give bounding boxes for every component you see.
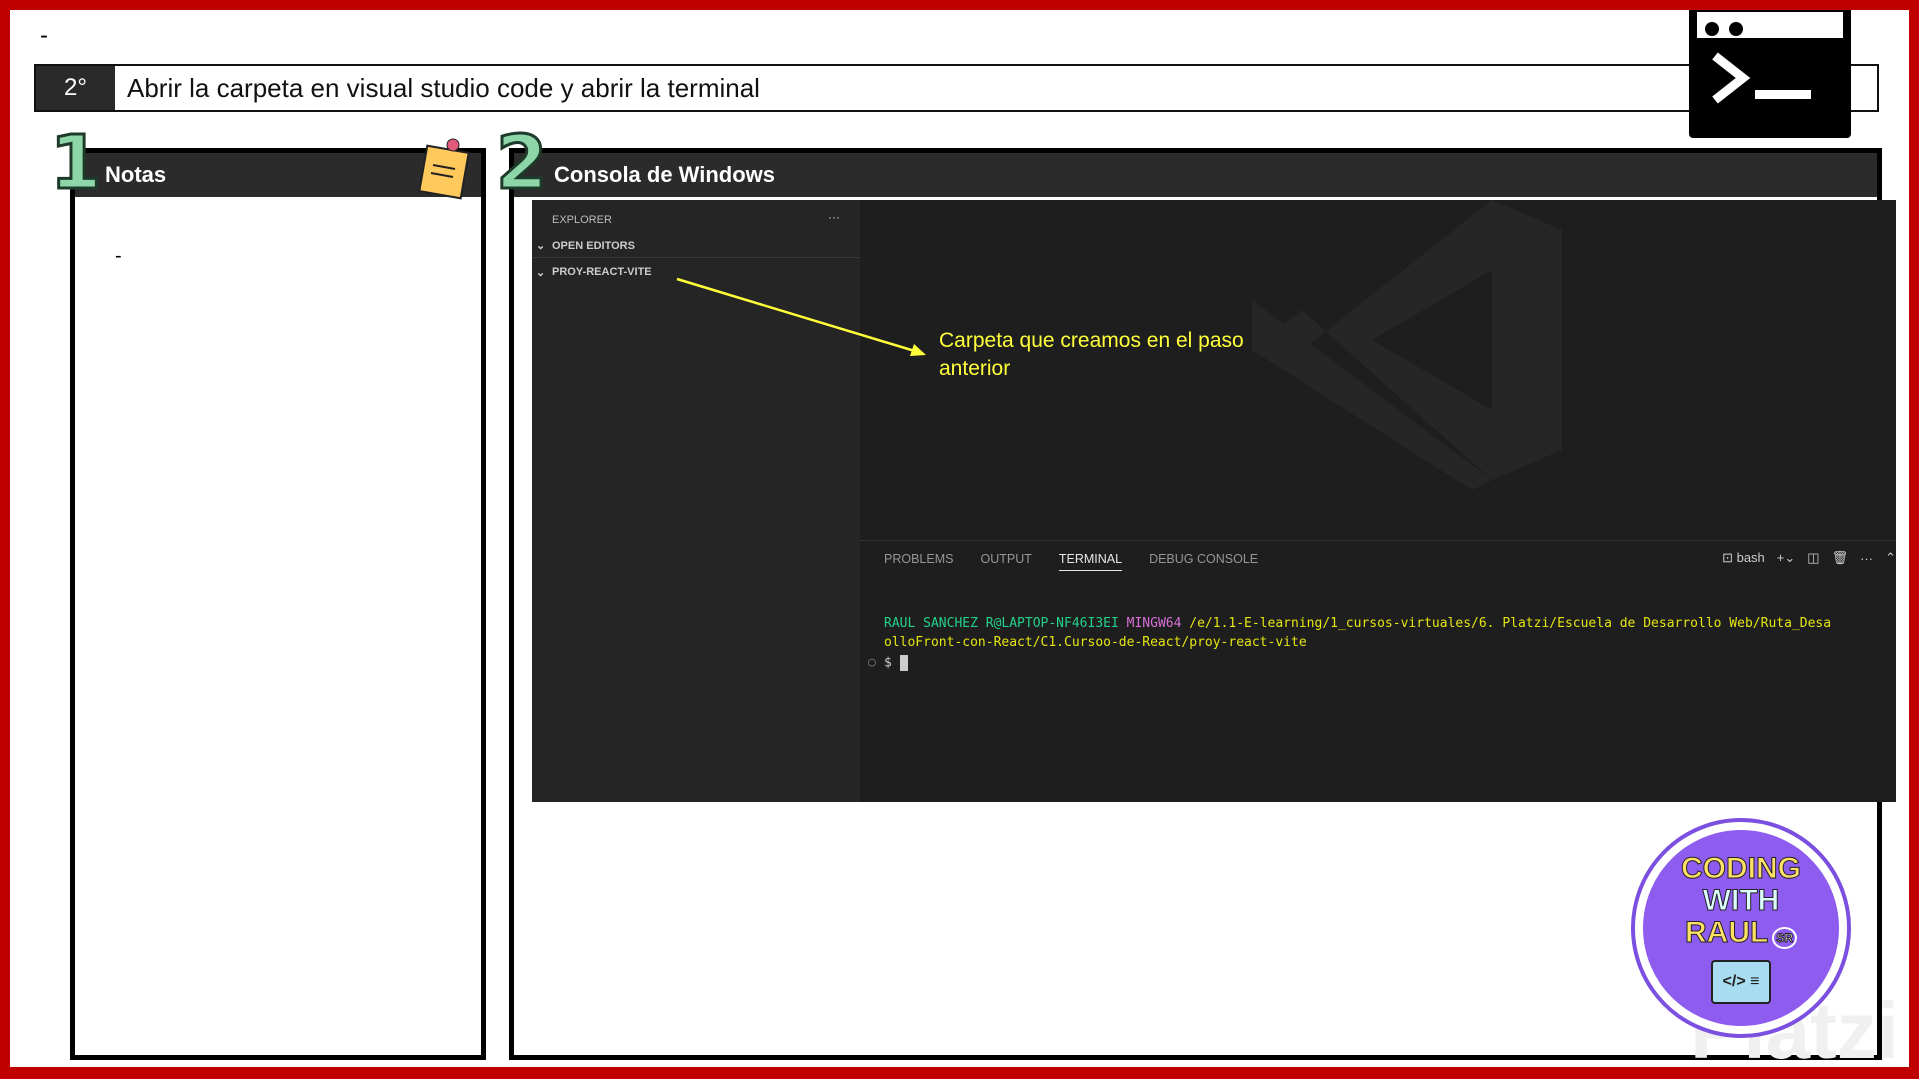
explorer-more-button[interactable]: ··· bbox=[828, 210, 840, 224]
tab-debug-console[interactable]: DEBUG CONSOLE bbox=[1149, 552, 1258, 571]
explorer-label: EXPLORER bbox=[552, 214, 612, 226]
section-number-2: 2 bbox=[495, 119, 549, 208]
terminal-line-1: RAUL SANCHEZ R@LAPTOP-NF46I3EI MINGW64 /… bbox=[884, 616, 1832, 631]
chevron-up-icon[interactable]: ⌃ bbox=[1885, 550, 1896, 566]
terminal-shell-button[interactable]: ⊡ bash bbox=[1722, 550, 1765, 566]
step-bar: 2° Abrir la carpeta en visual studio cod… bbox=[34, 64, 1879, 112]
panel-tabs: PROBLEMS OUTPUT TERMINAL DEBUG CONSOLE bbox=[884, 552, 1258, 571]
notes-panel: Notas - bbox=[70, 138, 486, 1060]
console-title: Consola de Windows bbox=[554, 162, 776, 187]
chevron-down-icon: ⌄ bbox=[536, 266, 546, 279]
notes-content: - bbox=[115, 245, 122, 267]
top-dash: - bbox=[40, 22, 48, 49]
terminal-icon: ⊡ bbox=[1722, 550, 1733, 565]
terminal-icon bbox=[1689, 4, 1851, 138]
step-number: 2° bbox=[36, 66, 115, 110]
add-terminal-icon[interactable]: +⌄ bbox=[1777, 550, 1795, 566]
tab-problems[interactable]: PROBLEMS bbox=[884, 552, 953, 571]
sticky-note-icon bbox=[418, 138, 470, 200]
tab-terminal[interactable]: TERMINAL bbox=[1058, 552, 1123, 571]
step-title: Abrir la carpeta en visual studio code y… bbox=[127, 72, 760, 103]
trash-icon[interactable]: 🗑 bbox=[1832, 550, 1849, 566]
annotation-arrow bbox=[676, 277, 926, 356]
open-editors-section[interactable]: ⌄ OPEN EDITORS bbox=[532, 234, 860, 258]
section-number-1: 1 bbox=[49, 119, 103, 208]
notes-title: Notas bbox=[105, 162, 167, 187]
console-header: Consola de Windows bbox=[514, 153, 1877, 197]
annotation-text: Carpeta que creamos en el paso anterior bbox=[939, 329, 1244, 380]
terminal-line-2: olloFront-con-React/C1.Cursoo-de-React/p… bbox=[884, 635, 1307, 650]
chevron-down-icon: ⌄ bbox=[536, 240, 546, 252]
more-icon[interactable]: ··· bbox=[1860, 551, 1873, 566]
terminal-prompt[interactable]: ○ $ bbox=[868, 655, 908, 671]
terminal-toolbar: ⊡ bash +⌄ ◫ 🗑 ··· ⌃ bbox=[1722, 550, 1896, 566]
code-window-icon: </> ≡ bbox=[1710, 959, 1772, 1004]
split-terminal-icon[interactable]: ◫ bbox=[1807, 550, 1819, 566]
coding-with-raul-logo: CODING WITH RAUL SR </> ≡ bbox=[1631, 818, 1851, 1038]
tab-output[interactable]: OUTPUT bbox=[980, 552, 1031, 571]
